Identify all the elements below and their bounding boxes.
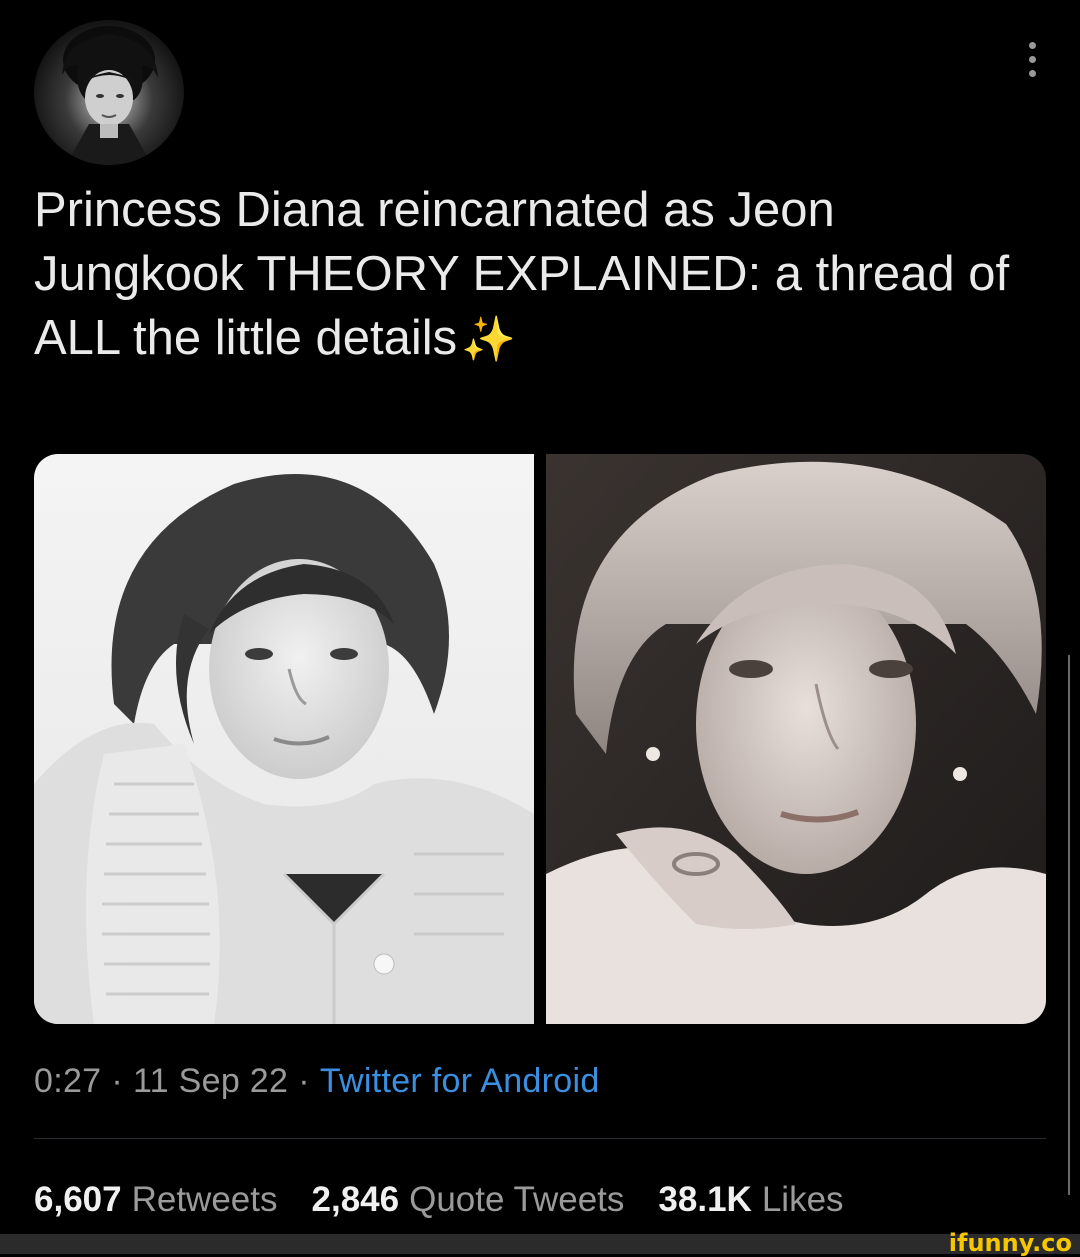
divider <box>34 1138 1046 1139</box>
likes-label: Likes <box>761 1180 844 1219</box>
sparkles-icon: ✨ <box>461 315 516 364</box>
footer-bar <box>0 1234 1080 1254</box>
likes-stat[interactable]: 38.1K Likes <box>658 1180 843 1220</box>
photo-right[interactable] <box>546 454 1046 1024</box>
tweet-text: Princess Diana reincarnated as Jeon Jung… <box>34 178 1034 372</box>
tweet-time[interactable]: 0:27 <box>34 1062 101 1100</box>
tweet-body: Princess Diana reincarnated as Jeon Jung… <box>34 183 1010 365</box>
retweets-label: Retweets <box>131 1180 278 1219</box>
portrait-photo-1-image <box>34 454 534 1024</box>
quote-tweets-stat[interactable]: 2,846 Quote Tweets <box>312 1180 625 1220</box>
more-dot-icon <box>1028 70 1036 77</box>
retweets-count: 6,607 <box>34 1180 122 1219</box>
tweet-stats: 6,607 Retweets 2,846 Quote Tweets 38.1K Lik… <box>34 1180 844 1220</box>
separator: · <box>298 1062 310 1100</box>
quote-tweets-label: Quote Tweets <box>409 1180 625 1219</box>
portrait-photo-2-image <box>546 454 1046 1024</box>
more-dot-icon <box>1028 42 1036 49</box>
likes-count: 38.1K <box>658 1180 752 1219</box>
watermark: ifunny.co <box>948 1229 1072 1257</box>
tweet: Princess Diana reincarnated as Jeon Jung… <box>0 0 1080 1234</box>
avatar[interactable] <box>34 20 184 165</box>
more-options-button[interactable] <box>1020 42 1044 86</box>
retweets-stat[interactable]: 6,607 Retweets <box>34 1180 278 1220</box>
tweet-source-link[interactable]: Twitter for Android <box>320 1062 600 1100</box>
more-dot-icon <box>1028 56 1036 63</box>
quote-tweets-count: 2,846 <box>311 1180 400 1219</box>
photo-left[interactable] <box>34 454 534 1024</box>
tweet-date[interactable]: 11 Sep 22 <box>133 1062 288 1100</box>
scrollbar[interactable] <box>1068 655 1070 1195</box>
avatar-image <box>62 26 158 165</box>
tweet-header <box>34 20 1044 165</box>
tweet-media <box>34 454 1046 1024</box>
tweet-meta: 0:27 · 11 Sep 22 · Twitter for Android <box>34 1062 600 1101</box>
separator: · <box>111 1062 123 1100</box>
